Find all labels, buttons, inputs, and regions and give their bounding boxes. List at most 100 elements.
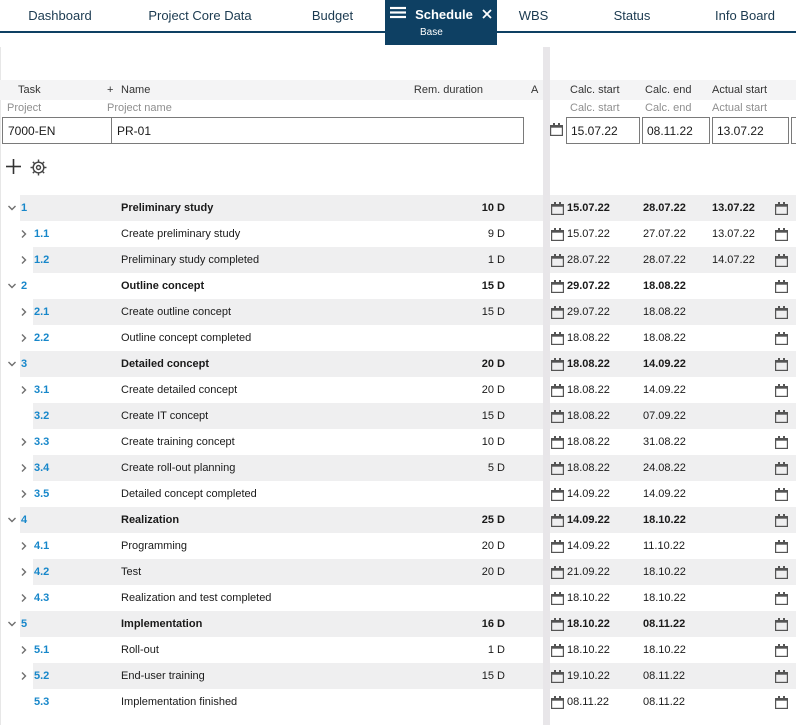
column-header-task[interactable]: Task: [18, 80, 41, 100]
calendar-icon[interactable]: [551, 358, 565, 372]
expand-icon[interactable]: [19, 333, 29, 343]
column-header-actual-start[interactable]: Actual start: [712, 80, 767, 100]
expand-icon[interactable]: [19, 489, 29, 499]
project-actual-start-input[interactable]: [712, 117, 789, 144]
calendar-icon[interactable]: [551, 254, 565, 268]
task-number[interactable]: 5.3: [34, 689, 49, 715]
task-name[interactable]: Preliminary study completed: [121, 247, 259, 273]
task-number[interactable]: 1.2: [34, 247, 49, 273]
calendar-icon[interactable]: [551, 618, 565, 632]
expand-icon[interactable]: [19, 671, 29, 681]
task-name[interactable]: End-user training: [121, 663, 205, 689]
task-name[interactable]: Implementation: [121, 611, 202, 637]
calendar-icon[interactable]: [775, 228, 789, 242]
calendar-icon[interactable]: [551, 332, 565, 346]
project-calc-start-input[interactable]: [566, 117, 640, 144]
task-name[interactable]: Implementation finished: [121, 689, 237, 715]
column-header-a[interactable]: A: [531, 80, 538, 100]
task-name[interactable]: Outline concept: [121, 273, 204, 299]
task-name[interactable]: Realization: [121, 507, 179, 533]
expand-icon[interactable]: [19, 255, 29, 265]
task-number[interactable]: 2.2: [34, 325, 49, 351]
calendar-icon[interactable]: [775, 306, 789, 320]
task-number[interactable]: 3.5: [34, 481, 49, 507]
calendar-icon[interactable]: [551, 410, 565, 424]
calendar-icon[interactable]: [775, 618, 789, 632]
task-number[interactable]: 1: [21, 195, 27, 221]
task-name[interactable]: Create IT concept: [121, 403, 208, 429]
project-id-input[interactable]: [3, 118, 112, 143]
tab-schedule[interactable]: Schedule Base: [385, 0, 497, 45]
project-name-input[interactable]: [112, 118, 523, 143]
expand-icon[interactable]: [19, 567, 29, 577]
task-number[interactable]: 3.2: [34, 403, 49, 429]
menu-icon[interactable]: [390, 6, 407, 22]
task-name[interactable]: Roll-out: [121, 637, 159, 663]
task-name[interactable]: Create roll-out planning: [121, 455, 235, 481]
calendar-icon[interactable]: [775, 644, 789, 658]
calendar-icon[interactable]: [775, 202, 789, 216]
settings-gear-icon[interactable]: [29, 158, 49, 178]
task-name[interactable]: Outline concept completed: [121, 325, 251, 351]
collapse-icon[interactable]: [7, 203, 17, 213]
task-number[interactable]: 5.1: [34, 637, 49, 663]
calendar-icon[interactable]: [551, 436, 565, 450]
collapse-icon[interactable]: [7, 515, 17, 525]
task-name[interactable]: Create detailed concept: [121, 377, 237, 403]
collapse-icon[interactable]: [7, 619, 17, 629]
task-name[interactable]: Detailed concept: [121, 351, 209, 377]
calendar-icon[interactable]: [775, 280, 789, 294]
task-number[interactable]: 3.1: [34, 377, 49, 403]
calendar-icon[interactable]: [551, 566, 565, 580]
expand-icon[interactable]: [19, 229, 29, 239]
task-number[interactable]: 4: [21, 507, 27, 533]
calendar-icon[interactable]: [775, 514, 789, 528]
task-number[interactable]: 1.1: [34, 221, 49, 247]
task-number[interactable]: 2: [21, 273, 27, 299]
calendar-icon[interactable]: [551, 540, 565, 554]
calendar-icon[interactable]: [775, 462, 789, 476]
calendar-icon[interactable]: [775, 566, 789, 580]
expand-icon[interactable]: [19, 307, 29, 317]
task-name[interactable]: Programming: [121, 533, 187, 559]
calendar-icon[interactable]: [551, 280, 565, 294]
calendar-icon[interactable]: [551, 670, 565, 684]
task-number[interactable]: 4.1: [34, 533, 49, 559]
tab-project-core-data[interactable]: Project Core Data: [120, 0, 280, 31]
task-name[interactable]: Create preliminary study: [121, 221, 240, 247]
expand-icon[interactable]: [19, 385, 29, 395]
task-number[interactable]: 3.4: [34, 455, 49, 481]
tab-dashboard[interactable]: Dashboard: [0, 0, 120, 31]
calendar-icon[interactable]: [551, 514, 565, 528]
calendar-icon[interactable]: [775, 540, 789, 554]
tab-budget[interactable]: Budget: [280, 0, 385, 31]
tab-info-board[interactable]: Info Board: [694, 0, 796, 31]
calendar-icon[interactable]: [775, 384, 789, 398]
close-icon[interactable]: [482, 7, 492, 22]
calendar-icon[interactable]: [775, 696, 789, 710]
task-number[interactable]: 5: [21, 611, 27, 637]
task-name[interactable]: Detailed concept completed: [121, 481, 257, 507]
task-name[interactable]: Create outline concept: [121, 299, 231, 325]
calendar-icon[interactable]: [551, 592, 565, 606]
expand-icon[interactable]: [19, 437, 29, 447]
task-name[interactable]: Preliminary study: [121, 195, 213, 221]
task-number[interactable]: 2.1: [34, 299, 49, 325]
column-header-calc-start[interactable]: Calc. start: [570, 80, 620, 100]
expand-icon[interactable]: [19, 541, 29, 551]
task-number[interactable]: 3.3: [34, 429, 49, 455]
column-header-rem-duration[interactable]: Rem. duration: [414, 80, 483, 100]
tab-status[interactable]: Status: [570, 0, 694, 31]
calendar-icon[interactable]: [550, 123, 564, 137]
calendar-icon[interactable]: [775, 358, 789, 372]
calendar-icon[interactable]: [775, 254, 789, 268]
project-calc-end-input[interactable]: [642, 117, 710, 144]
calendar-icon[interactable]: [551, 696, 565, 710]
task-number[interactable]: 3: [21, 351, 27, 377]
task-number[interactable]: 4.3: [34, 585, 49, 611]
calendar-icon[interactable]: [775, 436, 789, 450]
task-name[interactable]: Create training concept: [121, 429, 235, 455]
expand-icon[interactable]: [19, 463, 29, 473]
calendar-icon[interactable]: [551, 202, 565, 216]
task-name[interactable]: Realization and test completed: [121, 585, 271, 611]
